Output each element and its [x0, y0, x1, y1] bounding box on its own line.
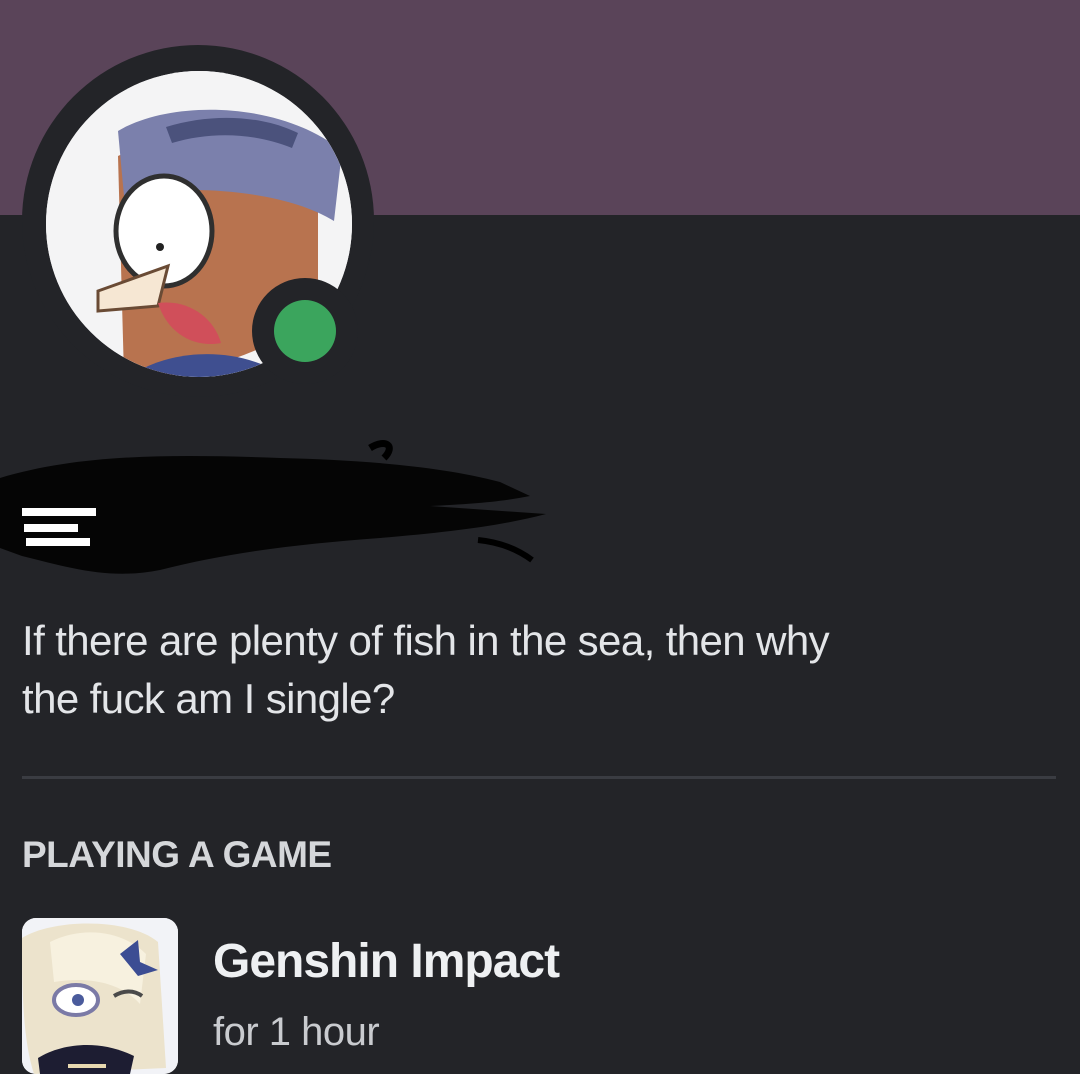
game-icon — [22, 918, 178, 1074]
online-status-icon — [274, 300, 336, 362]
redacted-username — [0, 440, 546, 574]
game-icon-paimon[interactable] — [22, 918, 178, 1074]
profile-bio: If there are plenty of fish in the sea, … — [22, 612, 1052, 728]
game-duration: for 1 hour — [213, 1010, 380, 1054]
user-profile-card: If there are plenty of fish in the sea, … — [0, 0, 1080, 1074]
status-indicator-frame — [252, 278, 358, 384]
bio-line: the fuck am I single? — [22, 675, 395, 722]
activity-section-title: PLAYING A GAME — [22, 834, 332, 875]
section-divider — [22, 776, 1056, 779]
game-name: Genshin Impact — [213, 935, 560, 988]
bio-line: If there are plenty of fish in the sea, … — [22, 617, 830, 664]
